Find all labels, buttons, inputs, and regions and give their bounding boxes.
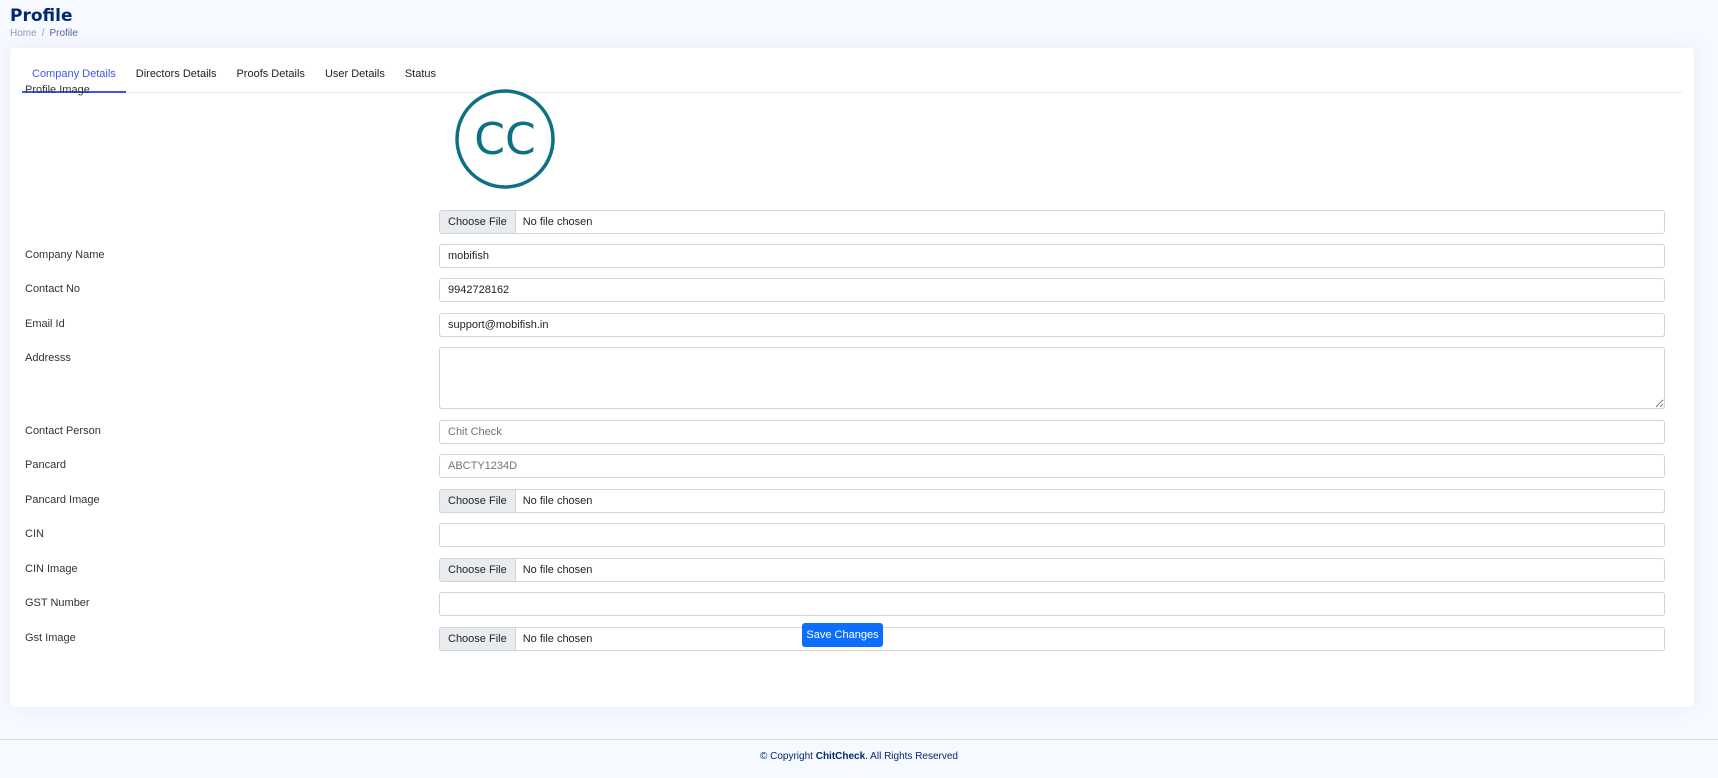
address-textarea[interactable] <box>439 347 1665 409</box>
breadcrumb-current: Profile <box>49 28 78 39</box>
file-status: No file chosen <box>522 564 593 576</box>
breadcrumb-separator: / <box>41 28 45 39</box>
gst-number-input[interactable] <box>439 592 1665 616</box>
contact-person-label: Contact Person <box>25 425 101 437</box>
gst-image-file-input[interactable]: Choose File No file chosen <box>439 627 1665 651</box>
email-input[interactable]: support@mobifish.in <box>439 313 1665 337</box>
gst-image-label: Gst Image <box>25 632 76 644</box>
pancard-image-label: Pancard Image <box>25 494 100 506</box>
file-status: No file chosen <box>522 495 593 507</box>
file-status: No file chosen <box>522 633 593 645</box>
tab-proofs-details[interactable]: Proofs Details <box>226 58 314 93</box>
pancard-image-file-input[interactable]: Choose File No file chosen <box>439 489 1665 513</box>
address-label: Addresss <box>25 352 71 364</box>
footer-copyright-prefix: © Copyright <box>759 751 816 762</box>
cin-label: CIN <box>25 528 44 540</box>
choose-file-button[interactable]: Choose File <box>440 628 516 650</box>
cin-image-label: CIN Image <box>25 563 78 575</box>
breadcrumb-home[interactable]: Home <box>10 28 37 39</box>
logo-text: CC <box>474 114 535 165</box>
contact-no-label: Contact No <box>25 283 81 295</box>
pancard-input[interactable]: ABCTY1234D <box>439 454 1665 478</box>
contact-person-input[interactable]: Chit Check <box>439 420 1665 444</box>
footer-brand: ChitCheck <box>815 751 866 762</box>
tab-status[interactable]: Status <box>395 58 446 93</box>
company-name-label: Company Name <box>25 249 105 261</box>
page-title: Profile <box>10 6 73 26</box>
save-changes-button[interactable]: Save Changes <box>802 623 883 647</box>
tab-bar: Company Details Directors Details Proofs… <box>22 58 1682 93</box>
choose-file-button[interactable]: Choose File <box>440 211 516 233</box>
choose-file-button[interactable]: Choose File <box>440 490 516 512</box>
email-label: Email Id <box>25 318 65 330</box>
choose-file-button[interactable]: Choose File <box>440 559 516 581</box>
cin-image-file-input[interactable]: Choose File No file chosen <box>439 558 1665 582</box>
cin-input[interactable] <box>439 523 1665 547</box>
company-name-input[interactable]: mobifish <box>439 244 1665 268</box>
profile-image-file-input[interactable]: Choose File No file chosen <box>439 210 1665 234</box>
breadcrumb: Home / Profile <box>10 28 78 39</box>
company-logo: CC <box>454 88 556 190</box>
tab-directors-details[interactable]: Directors Details <box>126 58 227 93</box>
file-status: No file chosen <box>522 216 593 228</box>
tab-user-details[interactable]: User Details <box>315 58 395 93</box>
profile-image-label: Profile Image <box>25 84 90 96</box>
footer: © Copyright ChitCheck. All Rights Reserv… <box>0 739 1718 778</box>
footer-copyright-suffix: . All Rights Reserved <box>865 751 958 762</box>
gst-number-label: GST Number <box>25 597 90 609</box>
pancard-label: Pancard <box>25 459 66 471</box>
profile-card: Company Details Directors Details Proofs… <box>10 48 1694 707</box>
page-title-block: Profile Home / Profile <box>10 6 78 39</box>
contact-no-input[interactable]: 9942728162 <box>439 278 1665 302</box>
